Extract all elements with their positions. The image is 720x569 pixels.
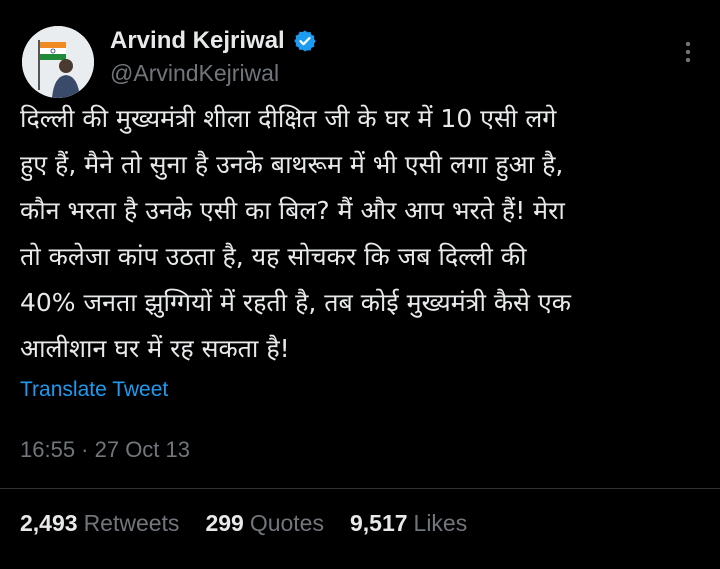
translate-tweet-link[interactable]: Translate Tweet: [20, 378, 168, 402]
author-name[interactable]: Arvind Kejriwal: [110, 27, 285, 55]
verified-badge-icon: [293, 29, 317, 53]
tweet-card: Arvind Kejriwal @ArvindKejriwal दिल्ली क…: [0, 0, 720, 569]
author-avatar[interactable]: [22, 26, 94, 98]
quotes-stat[interactable]: 299 Quotes: [205, 510, 324, 537]
quotes-label: Quotes: [249, 510, 324, 536]
avatar-image: [22, 26, 94, 98]
retweets-count: 2,493: [20, 510, 78, 536]
likes-count: 9,517: [349, 510, 408, 536]
retweets-label: Retweets: [83, 510, 180, 536]
author-handle[interactable]: @ArvindKejriwal: [110, 60, 317, 87]
more-vertical-icon[interactable]: [678, 38, 698, 66]
likes-label: Likes: [413, 510, 468, 536]
tweet-text: दिल्ली की मुख्यमंत्री शीला दीक्षित जी के…: [20, 104, 571, 363]
author-info: Arvind Kejriwal @ArvindKejriwal: [110, 24, 317, 87]
retweets-stat[interactable]: 2,493 Retweets: [20, 510, 179, 537]
quotes-count: 299: [205, 510, 244, 536]
tweet-timestamp[interactable]: 16:55 · 27 Oct 13: [20, 437, 190, 463]
author-name-row: Arvind Kejriwal: [110, 24, 317, 58]
likes-stat[interactable]: 9,517 Likes: [350, 510, 467, 537]
divider: [0, 488, 720, 489]
tweet-stats: 2,493 Retweets 299 Quotes 9,517 Likes: [20, 510, 467, 537]
